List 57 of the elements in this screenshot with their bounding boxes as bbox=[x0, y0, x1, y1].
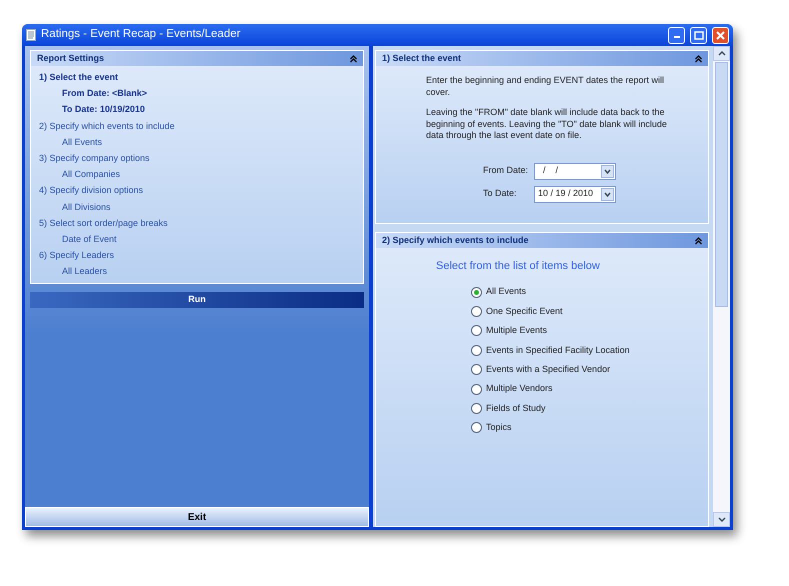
step-link[interactable]: 5) Select sort order/page breaks bbox=[39, 214, 363, 232]
window-title: Ratings - Event Recap - Events/Leader bbox=[41, 27, 242, 42]
instruction-text: Enter the beginning and ending EVENT dates the report will cover. bbox=[426, 75, 665, 98]
maximize-button[interactable] bbox=[690, 26, 707, 44]
step-link[interactable]: 3) Specify company options bbox=[39, 150, 363, 166]
step-link[interactable]: 6) Specify Leaders bbox=[39, 247, 363, 264]
radio-button[interactable] bbox=[471, 286, 482, 298]
option-label[interactable]: Multiple Vendors bbox=[486, 382, 553, 396]
radio-button[interactable] bbox=[471, 384, 482, 395]
panel-title: 2) Specify which events to include bbox=[382, 234, 529, 247]
option-label[interactable]: Events with a Specified Vendor bbox=[486, 363, 610, 376]
step-value: From Date: <Blank> bbox=[61, 87, 148, 100]
document-icon bbox=[26, 29, 36, 41]
option-label[interactable]: One Specific Event bbox=[486, 304, 563, 318]
run-button[interactable]: Run bbox=[30, 292, 364, 308]
option-label[interactable]: Multiple Events bbox=[486, 324, 548, 338]
field-label: To Date: bbox=[483, 187, 518, 200]
option-label[interactable]: Events in Specified Facility Location bbox=[486, 344, 630, 358]
radio-button[interactable] bbox=[471, 422, 482, 434]
radio-button[interactable] bbox=[471, 325, 482, 336]
collapse-icon[interactable] bbox=[695, 236, 702, 244]
scroll-down-icon[interactable] bbox=[718, 517, 726, 522]
option-label[interactable]: All Events bbox=[486, 285, 526, 299]
panel-title: 1) Select the event bbox=[382, 52, 462, 65]
step-value: All Leaders bbox=[61, 265, 108, 278]
step-link[interactable]: 4) Specify division options bbox=[39, 182, 363, 199]
dropdown-icon[interactable] bbox=[604, 192, 611, 196]
option-label[interactable]: Fields of Study bbox=[486, 402, 546, 416]
step-value: Date of Event bbox=[61, 233, 118, 246]
step-link[interactable]: 2) Specify which events to include bbox=[39, 118, 363, 134]
exit-button[interactable]: Exit bbox=[25, 507, 369, 527]
date-field[interactable]: 10 / 19 / 2010 bbox=[534, 186, 616, 202]
field-label: From Date: bbox=[483, 164, 530, 178]
step-value: All Divisions bbox=[61, 200, 112, 214]
radio-button[interactable] bbox=[471, 344, 482, 356]
scroll-up-icon[interactable] bbox=[718, 51, 726, 56]
collapse-icon[interactable] bbox=[350, 54, 357, 62]
radio-button[interactable] bbox=[471, 306, 482, 318]
scrollbar[interactable] bbox=[713, 46, 730, 527]
dropdown-icon[interactable] bbox=[604, 168, 611, 174]
instruction-text: Leaving the "FROM" date blank will include data back to the beginning of events. Leaving the "TO" date blank will include data through the last event date on file. bbox=[426, 107, 668, 142]
step-value: All Events bbox=[61, 136, 104, 149]
step-value: To Date: 10/19/2010 bbox=[61, 103, 146, 116]
close-icon bbox=[716, 30, 725, 40]
step-link[interactable]: 1) Select the event bbox=[39, 69, 363, 86]
scroll-thumb[interactable] bbox=[715, 62, 728, 307]
prompt-text: Select from the list of items below bbox=[436, 259, 601, 274]
radio-button[interactable] bbox=[471, 364, 482, 376]
date-field[interactable]: / / bbox=[534, 162, 616, 180]
minimize-button[interactable] bbox=[668, 26, 685, 44]
panel-title: Report Settings bbox=[37, 52, 104, 65]
maximize-icon bbox=[694, 30, 704, 40]
radio-button[interactable] bbox=[471, 403, 482, 414]
option-label[interactable]: Topics bbox=[486, 421, 512, 435]
close-button[interactable] bbox=[712, 26, 729, 44]
collapse-icon[interactable] bbox=[695, 54, 702, 62]
step-value: All Companies bbox=[61, 168, 122, 182]
